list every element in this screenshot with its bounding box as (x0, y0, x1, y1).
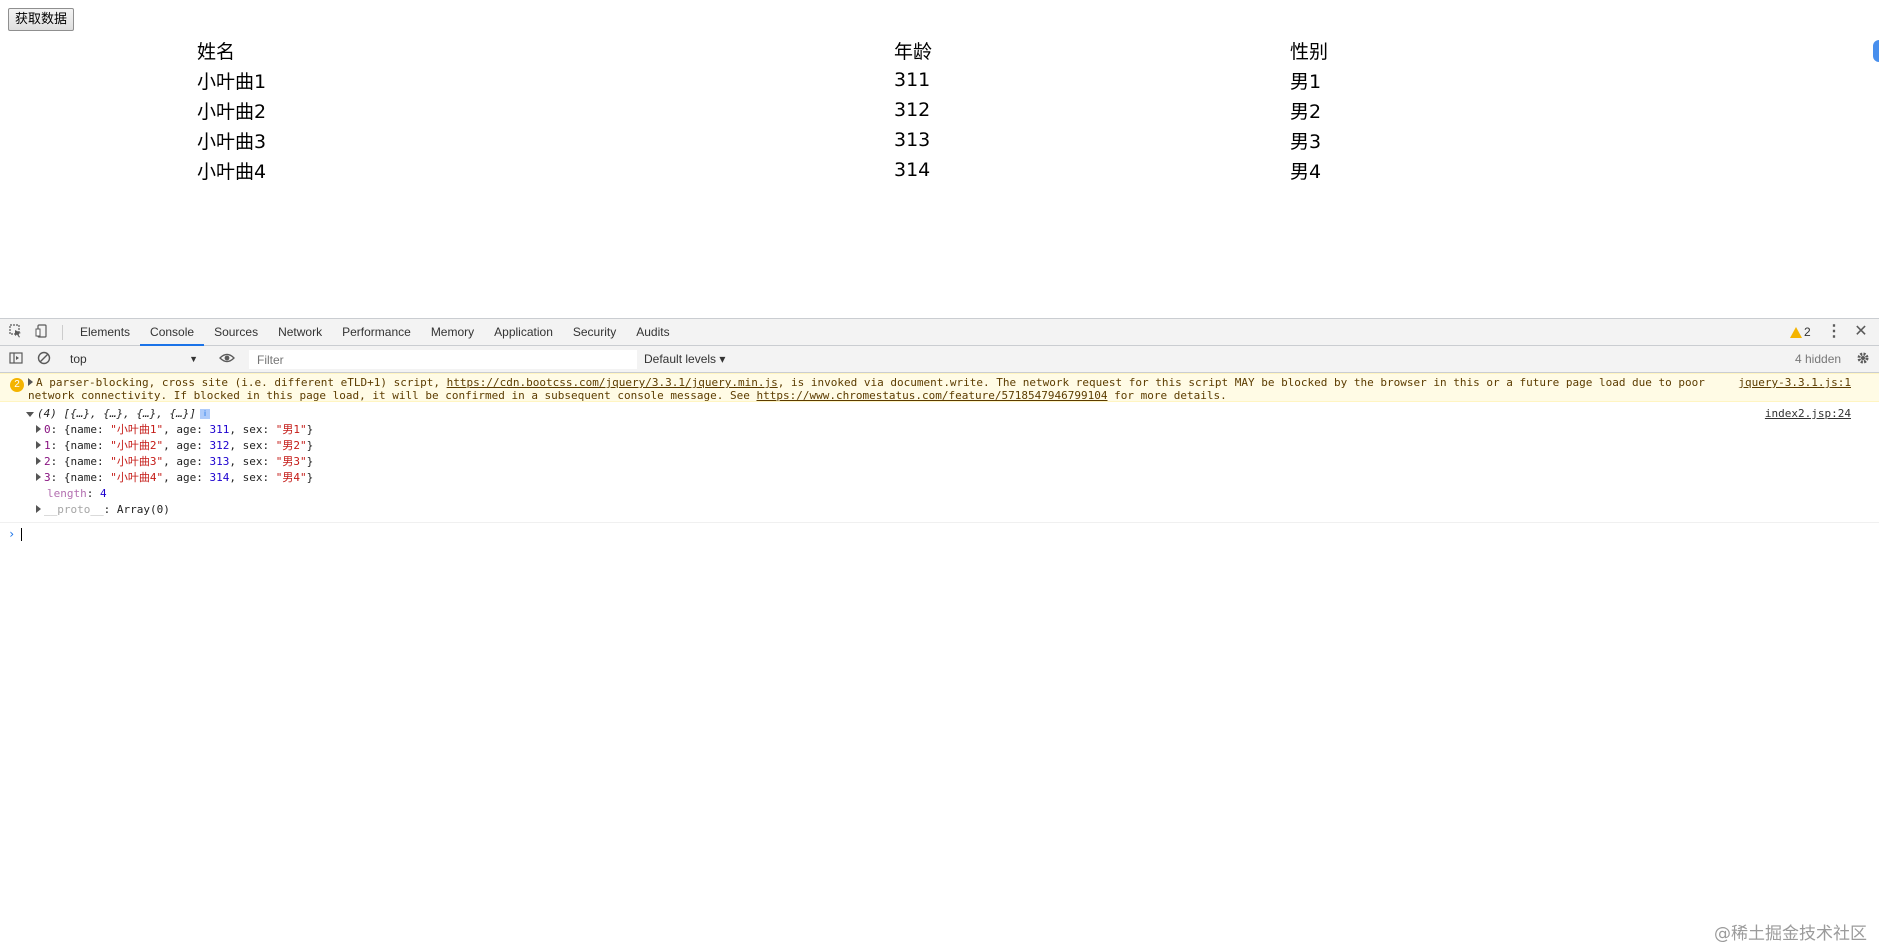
list-item[interactable]: 3: {name: "小叶曲4", age: 314, sex: "男4"} (26, 470, 1879, 486)
log-levels-dropdown[interactable]: Default levels ▾ (644, 346, 725, 373)
cell-sex: 男3 (1290, 130, 1322, 153)
devtools-panel: Elements Console Sources Network Perform… (0, 318, 1879, 948)
page-viewport: 获取数据 姓名 年龄 性别 小叶曲1 311 男1 小叶曲2 312 男2 小叶… (0, 0, 1879, 318)
collapse-triangle-icon[interactable] (26, 411, 34, 417)
cell-name: 小叶曲4 (197, 160, 267, 183)
tab-elements[interactable]: Elements (70, 319, 140, 346)
list-item[interactable]: 1: {name: "小叶曲2", age: 312, sex: "男2"} (26, 438, 1879, 454)
warning-text-4: for more details. (1107, 389, 1227, 402)
warning-badge: 2 (10, 378, 24, 392)
context-selector[interactable]: top ▼ (62, 350, 204, 369)
table-row: 小叶曲1 311 男1 (197, 65, 1490, 95)
devtools-tabbar: Elements Console Sources Network Perform… (0, 319, 1879, 346)
warning-icon (1790, 326, 1802, 338)
settings-gear-icon[interactable] (1855, 351, 1871, 367)
close-icon[interactable]: ✕ (1853, 324, 1869, 340)
cell-age: 313 (894, 129, 931, 151)
warning-counter[interactable]: 2 (1790, 325, 1811, 339)
cell-sex: 男2 (1290, 100, 1322, 123)
array-header[interactable]: (4) [{…}, {…}, {…}, {…}] i (26, 406, 1879, 422)
prompt-chevron-icon: › (8, 527, 16, 541)
console-messages: 2 A parser-blocking, cross site (i.e. di… (0, 373, 1879, 543)
devtools-tabs: Elements Console Sources Network Perform… (70, 319, 680, 346)
more-options-icon[interactable]: ⋮ (1826, 324, 1842, 340)
cell-sex: 男4 (1290, 160, 1322, 183)
console-prompt[interactable]: › (0, 523, 1879, 543)
warning-text-3: network connectivity. If blocked in this… (28, 389, 757, 402)
table-row: 小叶曲2 312 男2 (197, 95, 1490, 125)
table-header-row: 姓名 年龄 性别 (197, 35, 1490, 65)
cell-name: 小叶曲1 (197, 70, 267, 93)
list-item[interactable]: 2: {name: "小叶曲3", age: 313, sex: "男3"} (26, 454, 1879, 470)
data-table: 姓名 年龄 性别 小叶曲1 311 男1 小叶曲2 312 男2 小叶曲3 31… (197, 35, 1490, 185)
warning-source-link[interactable]: jquery-3.3.1.js:1 (1738, 376, 1851, 389)
column-header-sex: 性别 (1290, 40, 1329, 63)
cell-name: 小叶曲2 (197, 100, 267, 123)
tab-security[interactable]: Security (563, 319, 626, 346)
expand-triangle-icon[interactable] (36, 473, 41, 481)
inspect-element-icon[interactable] (8, 324, 24, 340)
context-value: top (70, 352, 87, 366)
info-icon: i (199, 409, 210, 419)
toolbar-divider (62, 325, 63, 340)
expand-triangle-icon[interactable] (36, 505, 41, 513)
text-caret (21, 528, 23, 541)
expand-triangle-icon[interactable] (36, 457, 41, 465)
length-property: length: 4 (47, 487, 107, 500)
proto-property[interactable]: __proto__: Array(0) (26, 502, 1879, 518)
clear-console-icon[interactable] (36, 351, 52, 367)
console-toolbar: top ▼ Default levels ▾ 4 hidden (0, 346, 1879, 373)
warning-link-jquery[interactable]: https://cdn.bootcss.com/jquery/3.3.1/jqu… (447, 376, 778, 389)
column-header-name: 姓名 (197, 40, 236, 63)
cell-name: 小叶曲3 (197, 130, 267, 153)
watermark: @稀土掘金技术社区 (1714, 924, 1867, 944)
eye-icon[interactable] (219, 351, 235, 367)
edge-floating-icon[interactable] (1873, 40, 1879, 62)
tab-memory[interactable]: Memory (421, 319, 484, 346)
column-header-age: 年龄 (894, 40, 933, 63)
tab-sources[interactable]: Sources (204, 319, 268, 346)
log-source-link[interactable]: index2.jsp:24 (1765, 406, 1851, 422)
tab-audits[interactable]: Audits (626, 319, 679, 346)
table-row: 小叶曲3 313 男3 (197, 125, 1490, 155)
warning-count: 2 (1804, 325, 1811, 339)
hidden-messages-count: 4 hidden (1795, 352, 1842, 366)
table-row: 小叶曲4 314 男4 (197, 155, 1490, 185)
filter-input[interactable] (249, 350, 637, 369)
warning-text-2: , is invoked via document.write. The net… (777, 376, 1705, 389)
device-toolbar-icon[interactable] (34, 324, 50, 340)
tab-performance[interactable]: Performance (332, 319, 421, 346)
cell-age: 312 (894, 99, 931, 121)
cell-age: 314 (894, 159, 931, 181)
tab-console[interactable]: Console (140, 319, 205, 346)
warning-text-1: A parser-blocking, cross site (i.e. diff… (36, 376, 447, 389)
expand-triangle-icon[interactable] (36, 425, 41, 433)
console-log-message: index2.jsp:24 (4) [{…}, {…}, {…}, {…}] i … (0, 402, 1879, 523)
tab-application[interactable]: Application (484, 319, 563, 346)
cell-sex: 男1 (1290, 70, 1322, 93)
cell-age: 311 (894, 69, 931, 91)
tab-network[interactable]: Network (268, 319, 332, 346)
list-item[interactable]: 0: {name: "小叶曲1", age: 311, sex: "男1"} (26, 422, 1879, 438)
expand-triangle-icon[interactable] (36, 441, 41, 449)
show-sidebar-icon[interactable] (8, 351, 24, 367)
dropdown-arrow-icon: ▼ (189, 354, 198, 364)
expand-triangle-icon[interactable] (28, 378, 33, 386)
warning-link-chromestatus[interactable]: https://www.chromestatus.com/feature/571… (756, 389, 1107, 402)
console-warning-message: 2 A parser-blocking, cross site (i.e. di… (0, 373, 1879, 402)
fetch-data-button[interactable]: 获取数据 (8, 8, 75, 31)
